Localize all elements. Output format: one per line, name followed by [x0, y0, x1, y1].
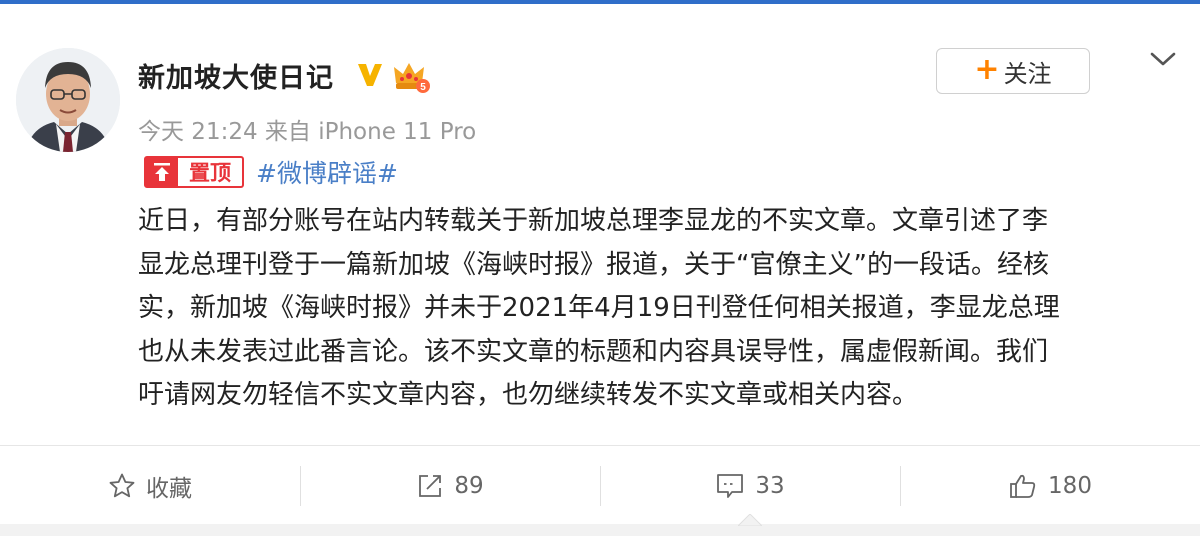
bottom-bar	[0, 524, 1200, 536]
plus-icon: +	[974, 51, 1000, 87]
hashtag-link[interactable]: #微博辟谣#	[256, 154, 398, 190]
like-button[interactable]: 180	[900, 446, 1200, 526]
pin-top-icon	[146, 158, 178, 186]
pinned-badge: 置顶	[144, 156, 244, 188]
post-content: 近日，有部分账号在站内转载关于新加坡总理李显龙的不实文章。文章引述了李 显龙总理…	[138, 200, 1188, 418]
svg-text:5: 5	[420, 82, 426, 93]
weibo-post: 新加坡大使日记 5 + 关注 今天 21:24 来自 iPhone 11 Pro…	[0, 4, 1200, 444]
favorite-label: 收藏	[146, 476, 192, 502]
post-meta: 今天 21:24 来自 iPhone 11 Pro	[138, 112, 476, 146]
pinned-label: 置顶	[189, 161, 231, 185]
avatar-portrait	[16, 48, 120, 152]
content-line: 实，新加坡《海峡时报》并未于2021年4月19日刊登任何相关报道，李显龙总理	[138, 293, 1060, 323]
repost-icon	[419, 475, 442, 497]
content-line: 近日，有部分账号在站内转载关于新加坡总理李显龙的不实文章。文章引述了李	[138, 206, 1049, 236]
comment-icon	[717, 474, 744, 498]
action-bar: 收藏 89 33 180	[0, 446, 1200, 526]
post-source: 来自 iPhone 11 Pro	[264, 119, 477, 145]
avatar[interactable]	[16, 48, 120, 152]
caret-up-icon	[738, 514, 762, 526]
like-count: 180	[1048, 473, 1092, 499]
follow-button[interactable]: + 关注	[936, 48, 1090, 94]
follow-label: 关注	[1003, 59, 1052, 88]
content-line: 吁请网友勿轻信不实文章内容，也勿继续转发不实文章或相关内容。	[138, 380, 919, 410]
favorite-button[interactable]: 收藏	[0, 446, 300, 526]
comment-count: 33	[755, 473, 785, 499]
content-line: 也从未发表过此番言论。该不实文章的标题和内容具误导性，属虚假新闻。我们	[138, 336, 1049, 367]
username[interactable]: 新加坡大使日记	[138, 56, 334, 95]
star-icon	[109, 473, 135, 498]
verified-v-icon	[358, 64, 382, 86]
crown-level-icon[interactable]: 5	[392, 59, 430, 93]
content-line: 显龙总理刊登于一篇新加坡《海峡时报》报道，关于“官僚主义”的一段话。经核	[138, 249, 1049, 280]
chevron-down-icon[interactable]	[1148, 48, 1178, 70]
repost-count: 89	[454, 473, 484, 499]
post-timestamp[interactable]: 今天 21:24	[138, 119, 258, 145]
repost-button[interactable]: 89	[300, 446, 600, 526]
thumbs-up-icon	[1010, 474, 1036, 498]
